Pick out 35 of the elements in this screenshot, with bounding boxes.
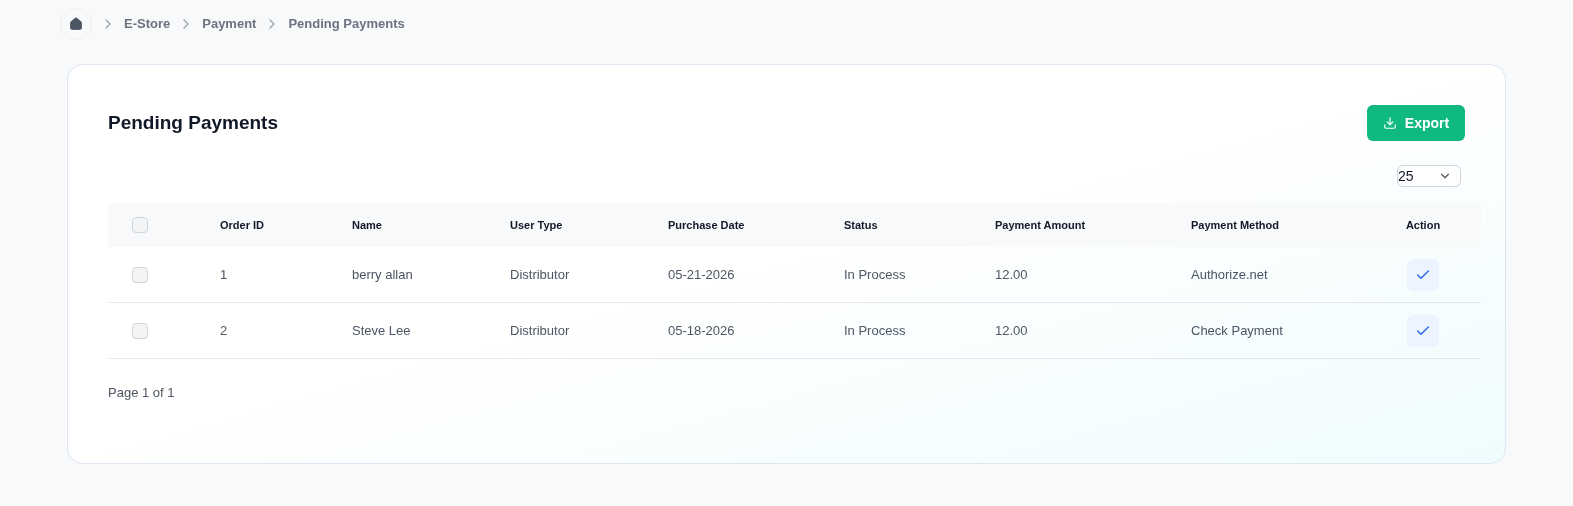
table-cell-text: berry allan [352,265,413,284]
page-size-select[interactable]: 25 [1397,165,1461,187]
table-cell-text: 05-21-2026 [668,265,735,284]
breadcrumb-link[interactable]: Pending Payments [288,14,405,34]
table-cell-text: In Process [844,321,906,340]
page-title: Pending Payments [108,110,278,135]
table-cell-text: Steve Lee [352,321,411,340]
table-cell-text: 2 [220,321,228,340]
column-header: Action [1405,217,1442,233]
download-icon [1382,116,1397,130]
table-cell-text: Distributor [510,321,570,340]
checkbox[interactable] [132,322,148,339]
table-cell-text: Distributor [510,265,570,284]
column-header: Name [352,217,382,233]
column-header: User Type [510,217,563,233]
table-cell-text: 12.00 [995,265,1028,284]
table-cell-text: 12.00 [995,321,1028,340]
column-header: Order ID [220,217,264,233]
approve-button[interactable] [1407,314,1439,347]
breadcrumb-link[interactable]: Payment [202,14,257,34]
export-button[interactable]: Export [1367,105,1465,141]
table-cell-text: 05-18-2026 [668,321,735,340]
column-header: Payment Amount [995,217,1086,233]
approve-button[interactable] [1407,258,1439,291]
checkbox[interactable] [132,217,148,233]
table-cell-text: Check Payment [1191,321,1283,340]
column-header: Purchase Date [668,217,745,233]
checkbox[interactable] [132,266,148,283]
table-cell-text: In Process [844,265,906,284]
pagination-text: Page 1 of 1 [108,384,176,402]
breadcrumb-link[interactable]: E-Store [124,14,171,34]
column-header: Payment Method [1191,217,1279,233]
table-cell-text: Authorize.net [1191,265,1268,284]
table-cell-text: 1 [220,265,228,284]
column-header: Status [844,217,878,233]
